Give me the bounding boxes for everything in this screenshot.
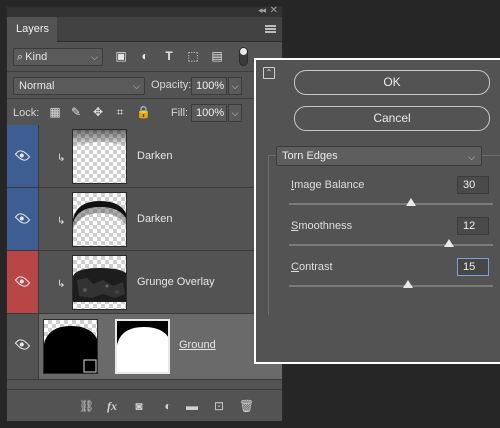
eye-icon: [14, 147, 31, 164]
lock-position-icon[interactable]: ✥: [92, 106, 104, 118]
adjustment-layer-icon[interactable]: ◐: [161, 399, 175, 413]
layers-list: ↳ Darken ↳ Darken ↳ Grunge Overlay Groun…: [7, 125, 282, 383]
smoothness-input[interactable]: 12: [457, 217, 489, 235]
contrast-slider[interactable]: [289, 280, 493, 288]
image-balance-slider[interactable]: [289, 198, 493, 206]
smoothness-label: Smoothness: [291, 220, 353, 232]
opacity-input[interactable]: 100%: [191, 77, 227, 95]
lock-image-pixels-icon[interactable]: ✎: [70, 106, 82, 118]
close-icon[interactable]: ✕: [270, 5, 278, 16]
lock-transparent-pixels-icon[interactable]: ▦: [49, 106, 61, 118]
layer-thumbnail[interactable]: [72, 129, 127, 184]
image-balance-label: Image Balance: [291, 179, 365, 191]
eye-icon: [14, 336, 31, 353]
image-filter-icon[interactable]: ▣: [115, 50, 127, 62]
cancel-button[interactable]: Cancel: [294, 106, 490, 131]
search-icon: ⌕: [17, 51, 24, 63]
clipping-mask-icon: ↳: [57, 279, 66, 290]
blend-row: Normal ⌵ Opacity: 100% ⌵: [7, 72, 282, 99]
eye-icon: [14, 273, 31, 290]
panel-menu-icon[interactable]: [265, 25, 276, 33]
opacity-dropdown-button[interactable]: ⌵: [228, 77, 242, 95]
filter-kind-label: Kind: [25, 51, 48, 63]
layer-thumbnail[interactable]: [43, 319, 98, 374]
slider-thumb[interactable]: [406, 198, 417, 206]
visibility-toggle[interactable]: [7, 314, 39, 379]
layers-panel: ◂◂ ✕ Layers ⌕ Kind ⌵ ▣ ◐ T ⬚ ▤ Normal ⌵ O…: [6, 5, 283, 422]
image-balance-input[interactable]: 30: [457, 176, 489, 194]
tab-layers[interactable]: Layers: [7, 17, 57, 42]
collapse-panel-icon[interactable]: ◂◂: [258, 5, 266, 16]
layer-row-selected[interactable]: Ground: [7, 314, 282, 380]
fill-dropdown-button[interactable]: ⌵: [228, 104, 242, 122]
shape-filter-icon[interactable]: ⬚: [187, 50, 199, 62]
panel-footer: ⛓ fx ◙ ◐ ▬ ⊡ 🗑: [7, 389, 282, 421]
lock-label: Lock:: [13, 107, 40, 119]
link-icon[interactable]: ⛓: [79, 399, 94, 413]
layer-thumbnail-image: [73, 201, 126, 229]
layer-name[interactable]: Ground: [179, 339, 216, 351]
contrast-label: Contrast: [291, 261, 333, 273]
fill-label: Fill:: [171, 107, 189, 119]
layer-thumbnail-image: [73, 130, 126, 148]
lock-row: Lock: ▦ ✎ ✥ ⌗ 🔒 Fill: 100% ⌵: [7, 99, 282, 126]
layer-name[interactable]: Darken: [137, 213, 172, 225]
blend-mode-value: Normal: [19, 80, 55, 92]
add-mask-icon[interactable]: ◙: [132, 399, 146, 413]
layer-row[interactable]: ↳ Darken: [7, 188, 282, 251]
chevron-down-icon: ⌵: [91, 52, 98, 62]
panel-title-bar: ◂◂ ✕: [7, 5, 282, 17]
filter-select-value: Torn Edges: [282, 150, 338, 162]
eye-icon: [14, 210, 31, 227]
filter-row: ⌕ Kind ⌵ ▣ ◐ T ⬚ ▤: [7, 42, 282, 72]
layer-row[interactable]: ↳ Grunge Overlay: [7, 251, 282, 314]
slider-thumb[interactable]: [403, 280, 413, 288]
opacity-label: Opacity:: [151, 79, 192, 91]
collapse-up-icon[interactable]: ⌃: [263, 67, 275, 79]
visibility-toggle[interactable]: [7, 125, 39, 187]
blend-mode-select[interactable]: Normal ⌵: [13, 77, 145, 95]
chevron-down-icon: ⌵: [468, 152, 475, 162]
layer-row[interactable]: ↳ Darken: [7, 125, 282, 188]
layer-name[interactable]: Grunge Overlay: [137, 276, 215, 288]
type-filter-icon[interactable]: T: [163, 50, 175, 62]
trash-icon[interactable]: 🗑: [239, 399, 254, 413]
panel-tab-bar: Layers: [7, 17, 282, 42]
adjustment-filter-icon[interactable]: ◐: [139, 50, 151, 62]
filter-toggle-switch[interactable]: [239, 47, 248, 66]
fx-icon[interactable]: fx: [105, 399, 119, 413]
smart-object-filter-icon[interactable]: ▤: [211, 50, 223, 62]
lock-artboard-icon[interactable]: ⌗: [114, 106, 126, 118]
filter-gallery-dialog: ⌃ OK Cancel Torn Edges ⌵ Image Balance 3…: [254, 58, 500, 364]
layer-thumbnail-image: [73, 268, 126, 302]
mask-thumbnail-image: [117, 321, 168, 372]
ok-button[interactable]: OK: [294, 70, 490, 95]
layer-name[interactable]: Darken: [137, 150, 172, 162]
clipping-mask-icon: ↳: [57, 216, 66, 227]
smoothness-slider[interactable]: [289, 239, 493, 247]
lock-all-icon[interactable]: 🔒: [136, 106, 151, 118]
layer-thumbnail[interactable]: [72, 192, 127, 247]
chevron-down-icon: ⌵: [133, 81, 140, 91]
layer-thumbnail-image: [44, 326, 97, 373]
contrast-input[interactable]: 15: [457, 258, 489, 276]
visibility-toggle[interactable]: [7, 251, 39, 313]
visibility-toggle[interactable]: [7, 188, 39, 250]
slider-thumb[interactable]: [444, 239, 455, 247]
new-layer-icon[interactable]: ⊡: [212, 399, 226, 413]
filter-kind-select[interactable]: ⌕ Kind ⌵: [13, 48, 103, 66]
layer-thumbnail[interactable]: [72, 255, 127, 310]
folder-icon[interactable]: ▬: [185, 399, 199, 413]
layer-mask-thumbnail[interactable]: [115, 319, 170, 374]
filter-select[interactable]: Torn Edges ⌵: [276, 146, 482, 166]
clipping-mask-icon: ↳: [57, 153, 66, 164]
fill-input[interactable]: 100%: [191, 104, 227, 122]
